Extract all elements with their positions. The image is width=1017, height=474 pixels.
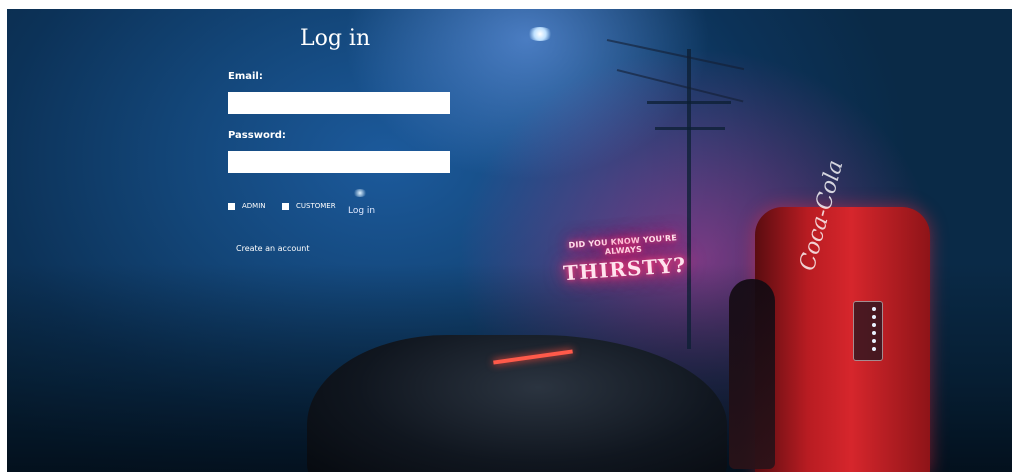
- vending-machine: Coca-Cola: [755, 158, 930, 472]
- vending-button: [872, 339, 876, 343]
- role-label-customer: CUSTOMER: [296, 202, 336, 210]
- role-radio-admin[interactable]: [228, 203, 235, 210]
- role-radio-customer[interactable]: [282, 203, 289, 210]
- email-label: Email:: [228, 71, 263, 82]
- role-label-admin: ADMIN: [242, 202, 266, 210]
- vending-button: [872, 307, 876, 311]
- vending-machine-panel: [853, 301, 883, 361]
- create-account-link[interactable]: Create an account: [236, 244, 310, 253]
- vending-button: [872, 347, 876, 351]
- vending-button: [872, 315, 876, 319]
- login-button[interactable]: Log in: [348, 206, 375, 216]
- page-title: Log in: [300, 26, 371, 51]
- password-field[interactable]: [228, 151, 450, 173]
- utility-pole: [687, 49, 691, 349]
- email-field[interactable]: [228, 92, 450, 114]
- street-lamp: [527, 27, 553, 41]
- distant-lamp: [353, 189, 367, 197]
- utility-pole-crossbar: [655, 127, 725, 130]
- vending-button: [872, 323, 876, 327]
- neon-sign: DID YOU KNOW YOU'RE ALWAYS THIRSTY?: [558, 233, 691, 286]
- password-label: Password:: [228, 130, 286, 141]
- utility-pole-crossbar: [647, 101, 731, 104]
- background-scene: DID YOU KNOW YOU'RE ALWAYS THIRSTY? Coca…: [7, 9, 1012, 472]
- vending-button: [872, 331, 876, 335]
- person-silhouette: [729, 279, 775, 469]
